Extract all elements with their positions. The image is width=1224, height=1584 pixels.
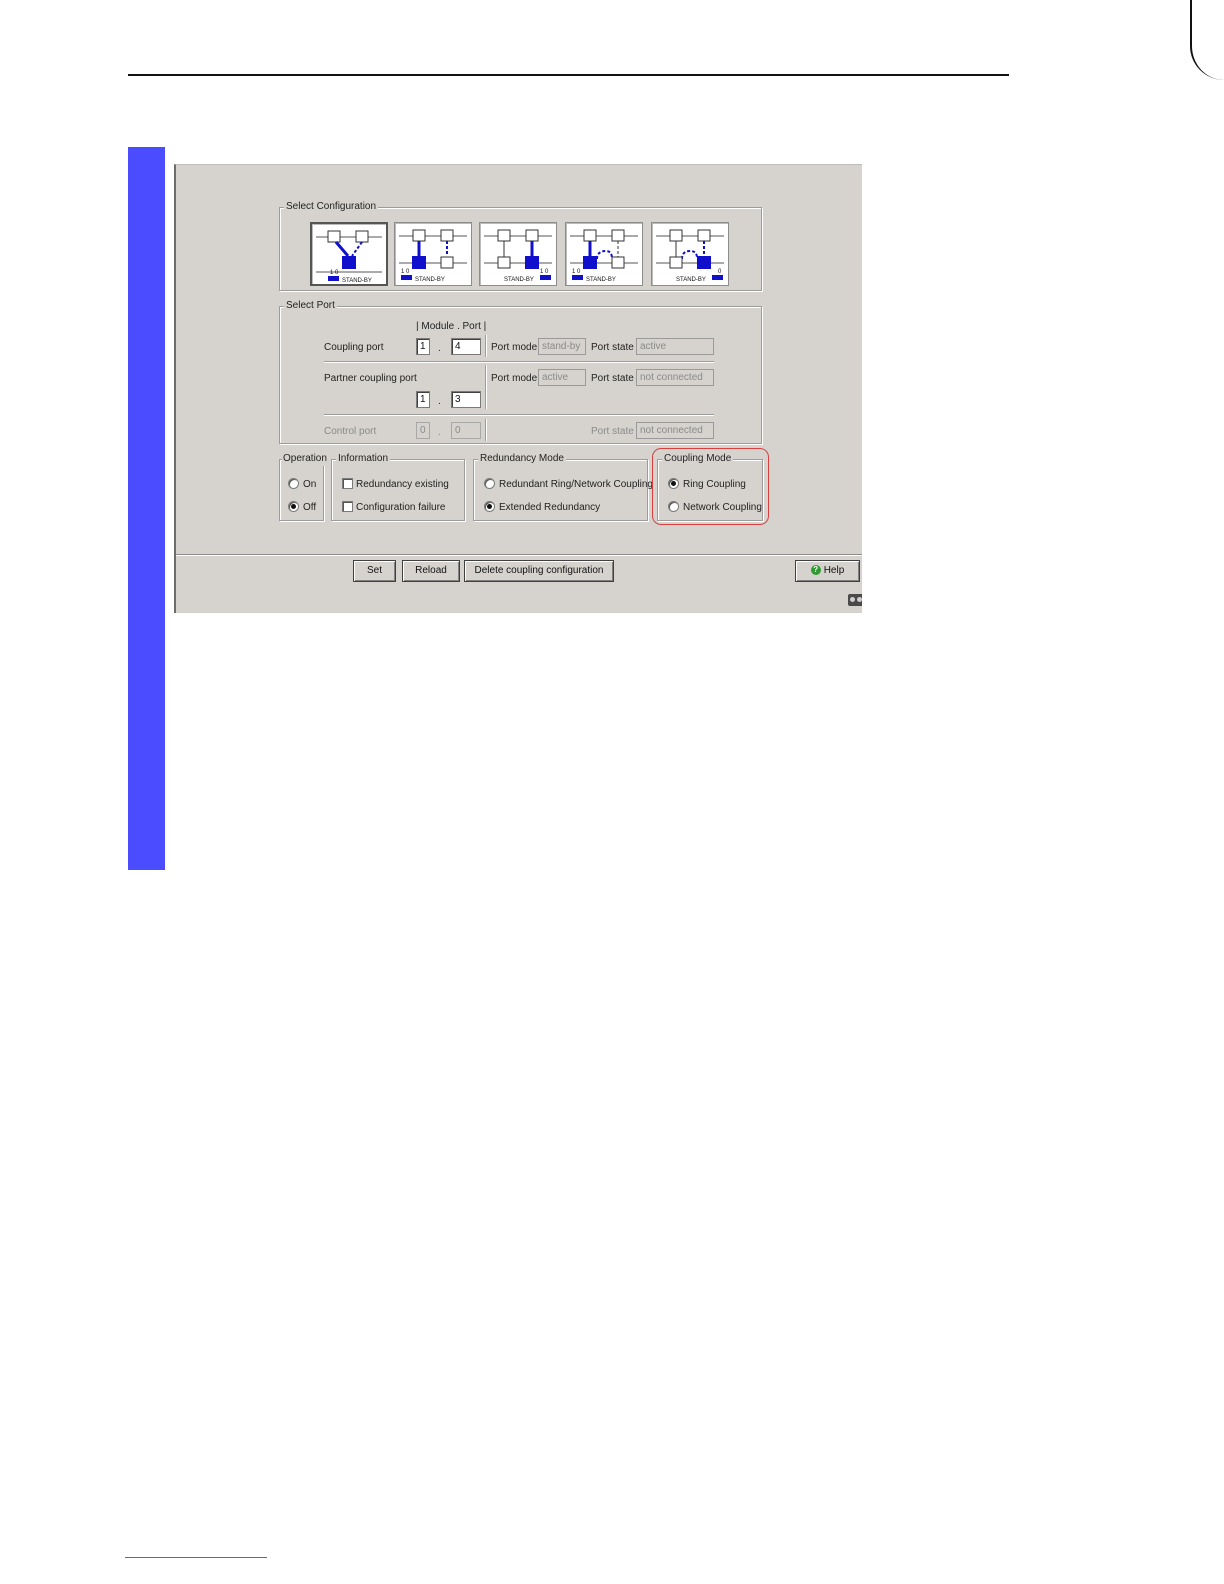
config-thumb-5[interactable]: 0 STAND-BY: [651, 222, 729, 286]
operation-off-radio[interactable]: [288, 501, 299, 512]
topology-5-icon: 0 STAND-BY: [656, 229, 724, 283]
information-group: Information Redundancy existing Configur…: [331, 452, 465, 521]
module-port-header: | Module . Port |: [416, 321, 487, 332]
redundancy-existing-label: Redundancy existing: [356, 479, 449, 490]
operation-on-radio[interactable]: [288, 478, 299, 489]
operation-on-label: On: [303, 479, 317, 490]
svg-text:0: 0: [718, 269, 722, 275]
coupling-port-mode-label: Port mode: [491, 342, 538, 353]
select-port-title: Select Port: [284, 299, 337, 313]
help-icon: ?: [810, 565, 821, 576]
topology-1-icon: 1 0 STAND-BY: [316, 230, 382, 284]
port-separator: [485, 335, 487, 357]
coupling-port-module-input[interactable]: [416, 338, 430, 355]
control-port-module-input: [416, 422, 430, 439]
connection-status-icon: [848, 594, 862, 606]
delete-coupling-configuration-button[interactable]: Delete coupling configuration: [464, 560, 614, 582]
coupling-port-state-field: [636, 338, 714, 355]
config-thumb-1[interactable]: 1 0 STAND-BY: [310, 222, 388, 286]
control-separator: [485, 419, 487, 441]
svg-text:STAND-BY: STAND-BY: [342, 278, 372, 284]
control-port-dot: .: [438, 427, 441, 438]
header-rule: [128, 74, 1009, 76]
coupling-port-state-label: Port state: [591, 342, 634, 353]
partner-port-state-label: Port state: [591, 373, 634, 384]
extended-redundancy-radio[interactable]: [484, 501, 495, 512]
svg-text:STAND-BY: STAND-BY: [586, 277, 616, 283]
redundant-ring-network-label: Redundant Ring/Network Coupling: [499, 479, 653, 490]
extended-redundancy-label: Extended Redundancy: [499, 502, 601, 513]
footer-rule: [125, 1557, 267, 1558]
partner-port-module-input[interactable]: [416, 391, 430, 408]
topology-4-icon: 1 0 STAND-BY: [570, 229, 638, 283]
information-title: Information: [336, 452, 391, 466]
svg-text:1 0: 1 0: [540, 269, 549, 275]
coupling-mode-highlight: [652, 448, 769, 525]
control-port-port-input: [451, 422, 481, 439]
svg-text:1 0: 1 0: [330, 270, 339, 276]
config-thumb-2[interactable]: 1 0 STAND-BY: [394, 222, 472, 286]
coupling-port-label: Coupling port: [324, 342, 384, 353]
redundant-ring-network-radio[interactable]: [484, 478, 495, 489]
configuration-failure-label: Configuration failure: [356, 502, 446, 513]
svg-text:STAND-BY: STAND-BY: [415, 277, 445, 283]
redundancy-mode-group: Redundancy Mode Redundant Ring/Network C…: [473, 452, 653, 521]
svg-text:1 0: 1 0: [401, 269, 410, 275]
help-button[interactable]: ? Help: [795, 560, 860, 582]
row-separator-1: [324, 361, 714, 363]
control-port-state-label: Port state: [591, 426, 634, 437]
select-port-group: Select Port | Module . Port | Coupling p…: [279, 299, 762, 444]
row-separator-2: [324, 414, 714, 416]
config-thumb-3[interactable]: 1 0 STAND-BY: [479, 222, 557, 286]
operation-group: Operation On Off: [279, 452, 328, 521]
chapter-side-bar: [128, 147, 165, 870]
operation-off-label: Off: [303, 502, 317, 513]
config-thumb-4[interactable]: 1 0 STAND-BY: [565, 222, 643, 286]
partner-port-mode-field: [538, 369, 586, 386]
coupling-port-port-input[interactable]: [451, 338, 481, 355]
set-button[interactable]: Set: [353, 560, 396, 582]
topology-3-icon: 1 0 STAND-BY: [484, 229, 552, 283]
help-button-label: Help: [823, 565, 845, 576]
partner-port-mode-label: Port mode: [491, 373, 538, 384]
control-port-state-field: [636, 422, 714, 439]
redundancy-mode-title: Redundancy Mode: [478, 452, 566, 466]
partner-port-port-input[interactable]: [451, 391, 481, 408]
operation-title: Operation: [282, 452, 328, 466]
partner-coupling-port-label: Partner coupling port: [324, 373, 417, 384]
partner-port-dot: .: [438, 396, 441, 407]
partner-port-state-field: [636, 369, 714, 386]
svg-text:STAND-BY: STAND-BY: [504, 277, 534, 283]
select-configuration-title: Select Configuration: [284, 200, 379, 214]
control-port-label: Control port: [324, 426, 377, 437]
button-bar-separator: [176, 554, 862, 556]
page-tab-edge: [1190, 0, 1224, 80]
select-configuration-group: Select Configuration 1 0 STAND-BY 1 0 ST…: [279, 200, 762, 291]
coupling-config-window: Select Configuration 1 0 STAND-BY 1 0 ST…: [174, 164, 862, 613]
svg-text:1 0: 1 0: [572, 269, 581, 275]
configuration-failure-checkbox: [342, 501, 353, 512]
svg-text:STAND-BY: STAND-BY: [676, 277, 706, 283]
redundancy-existing-checkbox: [342, 478, 353, 489]
reload-button[interactable]: Reload: [402, 560, 460, 582]
topology-2-icon: 1 0 STAND-BY: [399, 229, 467, 283]
partner-separator: [485, 365, 487, 409]
coupling-port-mode-field: [538, 338, 586, 355]
coupling-port-dot: .: [438, 343, 441, 354]
